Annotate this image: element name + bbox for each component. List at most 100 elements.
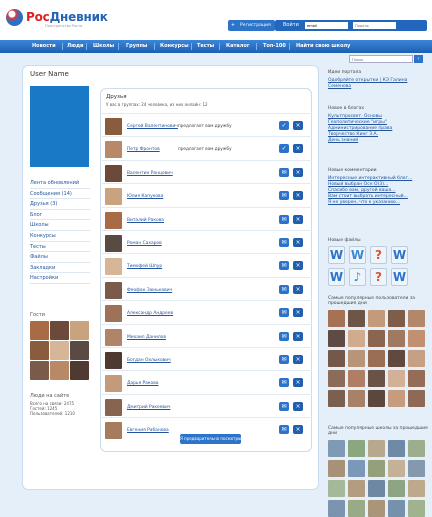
menu-item-feed[interactable]: Лента обновлений <box>30 178 90 189</box>
message-icon[interactable]: ✉ <box>279 284 289 294</box>
friend-avatar[interactable] <box>105 141 122 159</box>
friend-avatar[interactable] <box>105 211 122 229</box>
user-avatar[interactable] <box>388 390 405 407</box>
friend-name[interactable]: Петр Фронтов <box>127 137 160 162</box>
school-photo[interactable] <box>368 440 385 457</box>
friend-name[interactable]: Михаил Данилов <box>127 325 166 350</box>
user-avatar[interactable] <box>388 310 405 327</box>
friend-avatar[interactable] <box>105 281 122 299</box>
user-avatar[interactable] <box>348 390 365 407</box>
school-photo[interactable] <box>388 440 405 457</box>
friend-avatar[interactable] <box>105 118 122 135</box>
school-photo[interactable] <box>348 480 365 497</box>
friend-name[interactable]: Валентин Ранцевич <box>127 161 173 186</box>
remove-icon[interactable]: × <box>293 425 303 435</box>
user-avatar[interactable] <box>408 350 425 367</box>
user-avatar[interactable] <box>348 330 365 347</box>
menu-item-friends[interactable]: Друзья (3) <box>30 199 90 210</box>
nav-item-catalog[interactable]: Каталог <box>226 40 249 53</box>
guest-avatar[interactable] <box>30 361 49 380</box>
school-photo[interactable] <box>388 500 405 517</box>
school-photo[interactable] <box>368 460 385 477</box>
blog-link[interactable]: День знаний <box>328 138 392 144</box>
school-photo[interactable] <box>388 460 405 477</box>
school-photo[interactable] <box>408 500 425 517</box>
friend-name[interactable]: Юлия Капукова <box>127 184 163 209</box>
guest-avatar[interactable] <box>50 321 69 340</box>
menu-item-contests[interactable]: Конкурсы <box>30 231 90 242</box>
accept-icon[interactable]: ✓ <box>279 144 289 154</box>
word-file-icon[interactable]: W <box>391 268 408 286</box>
friend-name[interactable]: Тимофей Шпур <box>127 254 162 279</box>
friend-avatar[interactable] <box>105 188 122 206</box>
message-icon[interactable]: ✉ <box>279 401 289 411</box>
user-avatar[interactable] <box>368 310 385 327</box>
nav-item-schools[interactable]: Школы <box>93 40 114 53</box>
friend-name[interactable]: Богдан Охлыкович <box>127 348 171 373</box>
word-file-icon[interactable]: W <box>391 246 408 264</box>
friend-avatar[interactable] <box>105 398 122 416</box>
guest-avatar[interactable] <box>50 341 69 360</box>
message-icon[interactable]: ✉ <box>279 261 289 271</box>
remove-icon[interactable]: × <box>293 167 303 177</box>
user-avatar[interactable] <box>408 370 425 387</box>
guest-avatar[interactable] <box>70 341 89 360</box>
user-avatar[interactable] <box>408 330 425 347</box>
logo[interactable]: РосДневник Пространство Роста <box>6 7 108 28</box>
friend-name[interactable]: Александр Андреев <box>127 301 173 326</box>
user-avatar[interactable] <box>368 370 385 387</box>
menu-item-blog[interactable]: Блог <box>30 210 90 221</box>
login-email-field[interactable] <box>305 22 348 29</box>
school-photo[interactable] <box>328 440 345 457</box>
menu-item-tests[interactable]: Тесты <box>30 242 90 253</box>
school-photo[interactable] <box>348 460 365 477</box>
guest-avatar[interactable] <box>30 341 49 360</box>
message-icon[interactable]: ✉ <box>279 238 289 247</box>
friend-avatar[interactable] <box>105 235 122 252</box>
word-file-icon[interactable]: W <box>349 246 366 264</box>
friend-name[interactable]: Евгения Рабанова <box>127 418 169 443</box>
school-photo[interactable] <box>368 480 385 497</box>
word-file-icon[interactable]: W <box>328 268 345 286</box>
school-photo[interactable] <box>408 440 425 457</box>
user-avatar[interactable] <box>408 310 425 327</box>
nav-item-contests[interactable]: Конкурсы <box>160 40 189 53</box>
user-avatar[interactable] <box>368 330 385 347</box>
message-icon[interactable]: ✉ <box>279 331 289 341</box>
user-avatar[interactable] <box>388 330 405 347</box>
remove-icon[interactable]: × <box>293 238 303 247</box>
message-icon[interactable]: ✉ <box>279 308 289 318</box>
remove-icon[interactable]: × <box>293 284 303 294</box>
accept-icon[interactable]: ✓ <box>279 121 289 130</box>
school-photo[interactable] <box>388 480 405 497</box>
more-friends-button[interactable]: Я предварительно посмотрю <box>180 434 241 444</box>
user-avatar[interactable] <box>328 350 345 367</box>
school-photo[interactable] <box>328 500 345 517</box>
portal-idea-link[interactable]: Одобряйте открытки | КЭ Галина Семенова <box>328 78 418 90</box>
remove-icon[interactable]: × <box>293 191 303 201</box>
friend-name[interactable]: Дмитрий Ракеевич <box>127 395 170 420</box>
friend-avatar[interactable] <box>105 164 122 182</box>
remove-icon[interactable]: × <box>293 355 303 364</box>
school-photo[interactable] <box>368 500 385 517</box>
friend-avatar[interactable] <box>105 375 122 393</box>
user-avatar[interactable] <box>328 370 345 387</box>
user-avatar[interactable] <box>348 370 365 387</box>
search-button[interactable]: › <box>414 55 423 63</box>
nav-item-groups[interactable]: Группы <box>126 40 147 53</box>
user-avatar[interactable] <box>328 310 345 327</box>
login-password-field[interactable] <box>353 22 396 29</box>
user-avatar[interactable] <box>328 330 345 347</box>
school-photo[interactable] <box>348 500 365 517</box>
friend-name[interactable]: Роман Сахаров <box>127 231 162 256</box>
nav-item-people[interactable]: Люди <box>67 40 84 53</box>
school-photo[interactable] <box>328 460 345 477</box>
music-file-icon[interactable]: ♪ <box>349 268 366 286</box>
user-avatar[interactable] <box>388 370 405 387</box>
remove-icon[interactable]: × <box>293 331 303 341</box>
menu-item-files[interactable]: Файлы <box>30 252 90 263</box>
message-icon[interactable]: ✉ <box>279 355 289 364</box>
remove-icon[interactable]: × <box>293 261 303 271</box>
friend-avatar[interactable] <box>105 422 122 440</box>
remove-icon[interactable]: × <box>293 401 303 411</box>
